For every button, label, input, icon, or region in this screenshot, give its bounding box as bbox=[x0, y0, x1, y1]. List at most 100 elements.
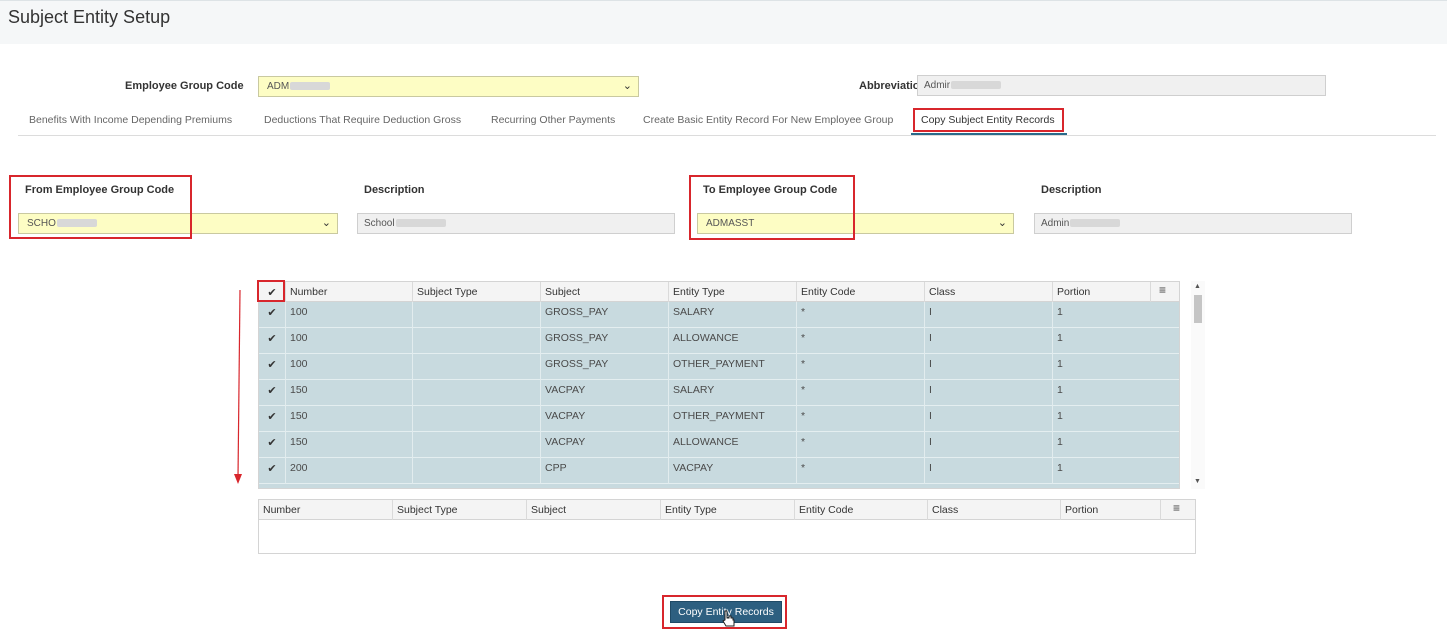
employee-group-value: ADM bbox=[267, 81, 290, 92]
from-description-label: Description bbox=[364, 184, 425, 196]
cell-entity-code: * bbox=[797, 406, 925, 432]
cell-entity-code: * bbox=[797, 432, 925, 458]
cell-subject: VACPAY bbox=[541, 432, 669, 458]
table-row[interactable]: ✔ 100 GROSS_PAY ALLOWANCE * I 1 bbox=[259, 328, 1179, 354]
cell-subject: VACPAY bbox=[541, 380, 669, 406]
cell-entity-type: OTHER_PAYMENT bbox=[669, 406, 797, 432]
scroll-up-icon[interactable]: ▲ bbox=[1194, 283, 1201, 290]
target-grid: Number Subject Type Subject Entity Type … bbox=[258, 499, 1196, 554]
column-header[interactable]: Entity Code bbox=[795, 500, 928, 520]
table-row[interactable]: ✔ 100 GROSS_PAY SALARY * I 1 bbox=[259, 302, 1179, 328]
highlight-box bbox=[9, 175, 192, 239]
cell-class: I bbox=[925, 380, 1053, 406]
scroll-down-icon[interactable]: ▼ bbox=[1194, 478, 1201, 485]
cell-entity-code: * bbox=[797, 354, 925, 380]
page-header: Subject Entity Setup bbox=[0, 0, 1447, 44]
cell-portion: 1 bbox=[1053, 302, 1179, 328]
source-grid: ✔ Number Subject Type Subject Entity Typ… bbox=[258, 281, 1180, 489]
cell-entity-type: ALLOWANCE bbox=[669, 328, 797, 354]
row-check-icon[interactable]: ✔ bbox=[259, 380, 286, 406]
cell-subject-type bbox=[413, 328, 541, 354]
row-check-icon[interactable]: ✔ bbox=[259, 458, 286, 484]
cell-portion: 1 bbox=[1053, 458, 1179, 484]
column-header[interactable]: Entity Type bbox=[661, 500, 795, 520]
cell-class: I bbox=[925, 302, 1053, 328]
row-check-icon[interactable]: ✔ bbox=[259, 432, 286, 458]
cell-entity-type: ALLOWANCE bbox=[669, 432, 797, 458]
cell-number: 150 bbox=[286, 432, 413, 458]
tab-recurring-other-payments[interactable]: Recurring Other Payments bbox=[491, 114, 615, 126]
cell-class: I bbox=[925, 328, 1053, 354]
cell-subject-type bbox=[413, 406, 541, 432]
cell-class: I bbox=[925, 458, 1053, 484]
highlight-box bbox=[257, 280, 285, 302]
cell-subject-type bbox=[413, 354, 541, 380]
cell-subject-type bbox=[413, 302, 541, 328]
cell-number: 100 bbox=[286, 302, 413, 328]
column-header[interactable]: Subject Type bbox=[413, 282, 541, 302]
row-check-icon[interactable]: ✔ bbox=[259, 406, 286, 432]
cell-number: 100 bbox=[286, 354, 413, 380]
cell-entity-code: * bbox=[797, 328, 925, 354]
cell-subject: GROSS_PAY bbox=[541, 302, 669, 328]
column-header[interactable]: Portion bbox=[1061, 500, 1161, 520]
cell-subject: VACPAY bbox=[541, 406, 669, 432]
table-row[interactable]: ✔ 100 GROSS_PAY OTHER_PAYMENT * I 1 bbox=[259, 354, 1179, 380]
column-menu-icon[interactable]: ≡ bbox=[1159, 283, 1166, 297]
cell-portion: 1 bbox=[1053, 354, 1179, 380]
redacted-text bbox=[290, 82, 331, 91]
from-description-field: School bbox=[357, 213, 675, 234]
cell-entity-type: OTHER_PAYMENT bbox=[669, 354, 797, 380]
redacted-text bbox=[1070, 219, 1121, 228]
tab-deductions-gross[interactable]: Deductions That Require Deduction Gross bbox=[264, 114, 461, 126]
abbreviation-value: Admir bbox=[924, 80, 951, 91]
column-header[interactable]: Entity Code bbox=[797, 282, 925, 302]
employee-group-label: Employee Group Code bbox=[125, 80, 244, 92]
cell-subject-type bbox=[413, 458, 541, 484]
to-description-field: Admin bbox=[1034, 213, 1352, 234]
row-check-icon[interactable]: ✔ bbox=[259, 354, 286, 380]
cell-entity-type: SALARY bbox=[669, 380, 797, 406]
cell-portion: 1 bbox=[1053, 380, 1179, 406]
column-header[interactable]: Number bbox=[286, 282, 413, 302]
cell-subject: CPP bbox=[541, 458, 669, 484]
table-row[interactable]: ✔ 200 CPP VACPAY * I 1 bbox=[259, 458, 1179, 484]
cell-class: I bbox=[925, 432, 1053, 458]
employee-group-select[interactable]: ADM ⌄ bbox=[258, 76, 639, 97]
abbreviation-field: Admir bbox=[917, 75, 1326, 96]
from-description-value: School bbox=[364, 218, 395, 229]
active-tab-indicator bbox=[911, 133, 1067, 135]
source-grid-header: ✔ Number Subject Type Subject Entity Typ… bbox=[259, 282, 1179, 302]
page-title: Subject Entity Setup bbox=[8, 7, 171, 27]
tab-create-basic-entity[interactable]: Create Basic Entity Record For New Emplo… bbox=[643, 114, 893, 126]
table-row[interactable]: ✔ 150 VACPAY SALARY * I 1 bbox=[259, 380, 1179, 406]
scrollbar-thumb[interactable] bbox=[1194, 295, 1202, 323]
cell-class: I bbox=[925, 406, 1053, 432]
tab-benefits-income-premiums[interactable]: Benefits With Income Depending Premiums bbox=[29, 114, 232, 126]
column-header[interactable]: Subject Type bbox=[393, 500, 527, 520]
column-menu-icon[interactable]: ≡ bbox=[1173, 501, 1180, 515]
down-arrow-annotation bbox=[234, 289, 242, 484]
cell-portion: 1 bbox=[1053, 406, 1179, 432]
column-header[interactable]: Subject bbox=[527, 500, 661, 520]
source-grid-scrollbar[interactable]: ▲ ▼ bbox=[1191, 281, 1205, 489]
cell-number: 150 bbox=[286, 406, 413, 432]
table-row[interactable]: ✔ 150 VACPAY ALLOWANCE * I 1 bbox=[259, 432, 1179, 458]
column-header[interactable]: Portion bbox=[1053, 282, 1151, 302]
column-header[interactable]: Subject bbox=[541, 282, 669, 302]
column-header[interactable]: Entity Type bbox=[669, 282, 797, 302]
cell-subject-type bbox=[413, 380, 541, 406]
highlight-box bbox=[913, 108, 1064, 132]
row-check-icon[interactable]: ✔ bbox=[259, 302, 286, 328]
column-header[interactable]: Number bbox=[259, 500, 393, 520]
column-header[interactable]: Class bbox=[925, 282, 1053, 302]
chevron-down-icon: ⌄ bbox=[622, 80, 632, 92]
table-row[interactable]: ✔ 150 VACPAY OTHER_PAYMENT * I 1 bbox=[259, 406, 1179, 432]
table-row bbox=[259, 484, 1179, 488]
column-header[interactable]: Class bbox=[928, 500, 1061, 520]
cell-portion: 1 bbox=[1053, 432, 1179, 458]
cell-subject-type bbox=[413, 432, 541, 458]
cell-number: 100 bbox=[286, 328, 413, 354]
cell-portion: 1 bbox=[1053, 328, 1179, 354]
row-check-icon[interactable]: ✔ bbox=[259, 328, 286, 354]
